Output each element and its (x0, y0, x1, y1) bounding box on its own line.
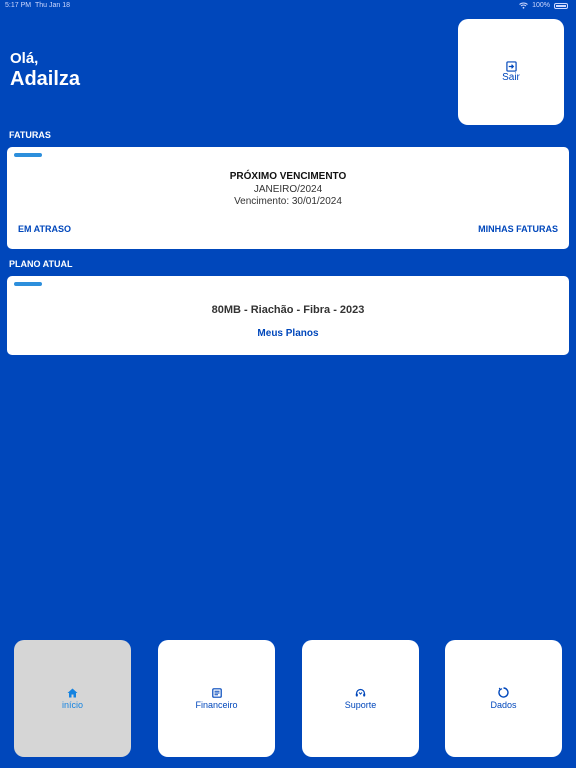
plan-card: 80MB - Riachão - Fibra - 2023 Meus Plano… (7, 276, 569, 355)
tab-suporte[interactable]: Suporte (302, 640, 419, 757)
my-invoices-link[interactable]: MINHAS FATURAS (478, 224, 558, 234)
next-due-block: PRÓXIMO VENCIMENTO JANEIRO/2024 Vencimen… (7, 171, 569, 208)
tab-dados[interactable]: Dados (445, 640, 562, 757)
tab-suporte-label: Suporte (344, 699, 377, 710)
user-name: Adailza (10, 68, 81, 90)
battery-icon (554, 2, 568, 9)
next-due-date: Vencimento: 30/01/2024 (234, 196, 342, 207)
wifi-icon (519, 2, 528, 9)
my-plans-link[interactable]: Meus Planos (7, 328, 569, 339)
status-time: 5:17 PM (5, 2, 32, 9)
plan-section-label: PLANO ATUAL (9, 259, 73, 269)
overdue-link[interactable]: EM ATRASO (18, 224, 71, 234)
tab-home[interactable]: início (14, 640, 131, 757)
home-icon (67, 688, 78, 697)
tab-home-label: início (61, 699, 83, 710)
invoices-section-label: FATURAS (9, 130, 51, 140)
battery-percent: 100% (532, 2, 550, 9)
status-bar: 5:17 PM Thu Jan 18 100% (0, 0, 576, 12)
status-right: 100% (519, 2, 568, 9)
greeting-hello: Olá, (10, 50, 39, 67)
tab-dados-label: Dados (490, 700, 517, 710)
document-icon (211, 687, 222, 698)
refresh-icon (498, 687, 509, 698)
invoice-card-accent (14, 153, 42, 157)
greeting: Olá, Adailza (10, 50, 80, 91)
status-date: Thu Jan 18 (35, 2, 71, 9)
headset-icon (355, 688, 366, 696)
next-due-month: JANEIRO/2024 (253, 184, 323, 195)
tab-financeiro[interactable]: Financeiro (158, 640, 275, 757)
current-plan-name: 80MB - Riachão - Fibra - 2023 (211, 304, 365, 316)
next-due-title: PRÓXIMO VENCIMENTO (229, 171, 347, 182)
plan-card-accent (14, 282, 42, 286)
logout-icon (505, 61, 517, 72)
logout-label: Sair (502, 72, 520, 83)
invoice-card: PRÓXIMO VENCIMENTO JANEIRO/2024 Vencimen… (7, 147, 569, 249)
tab-financeiro-label: Financeiro (195, 699, 238, 710)
logout-button[interactable]: Sair (458, 19, 564, 125)
